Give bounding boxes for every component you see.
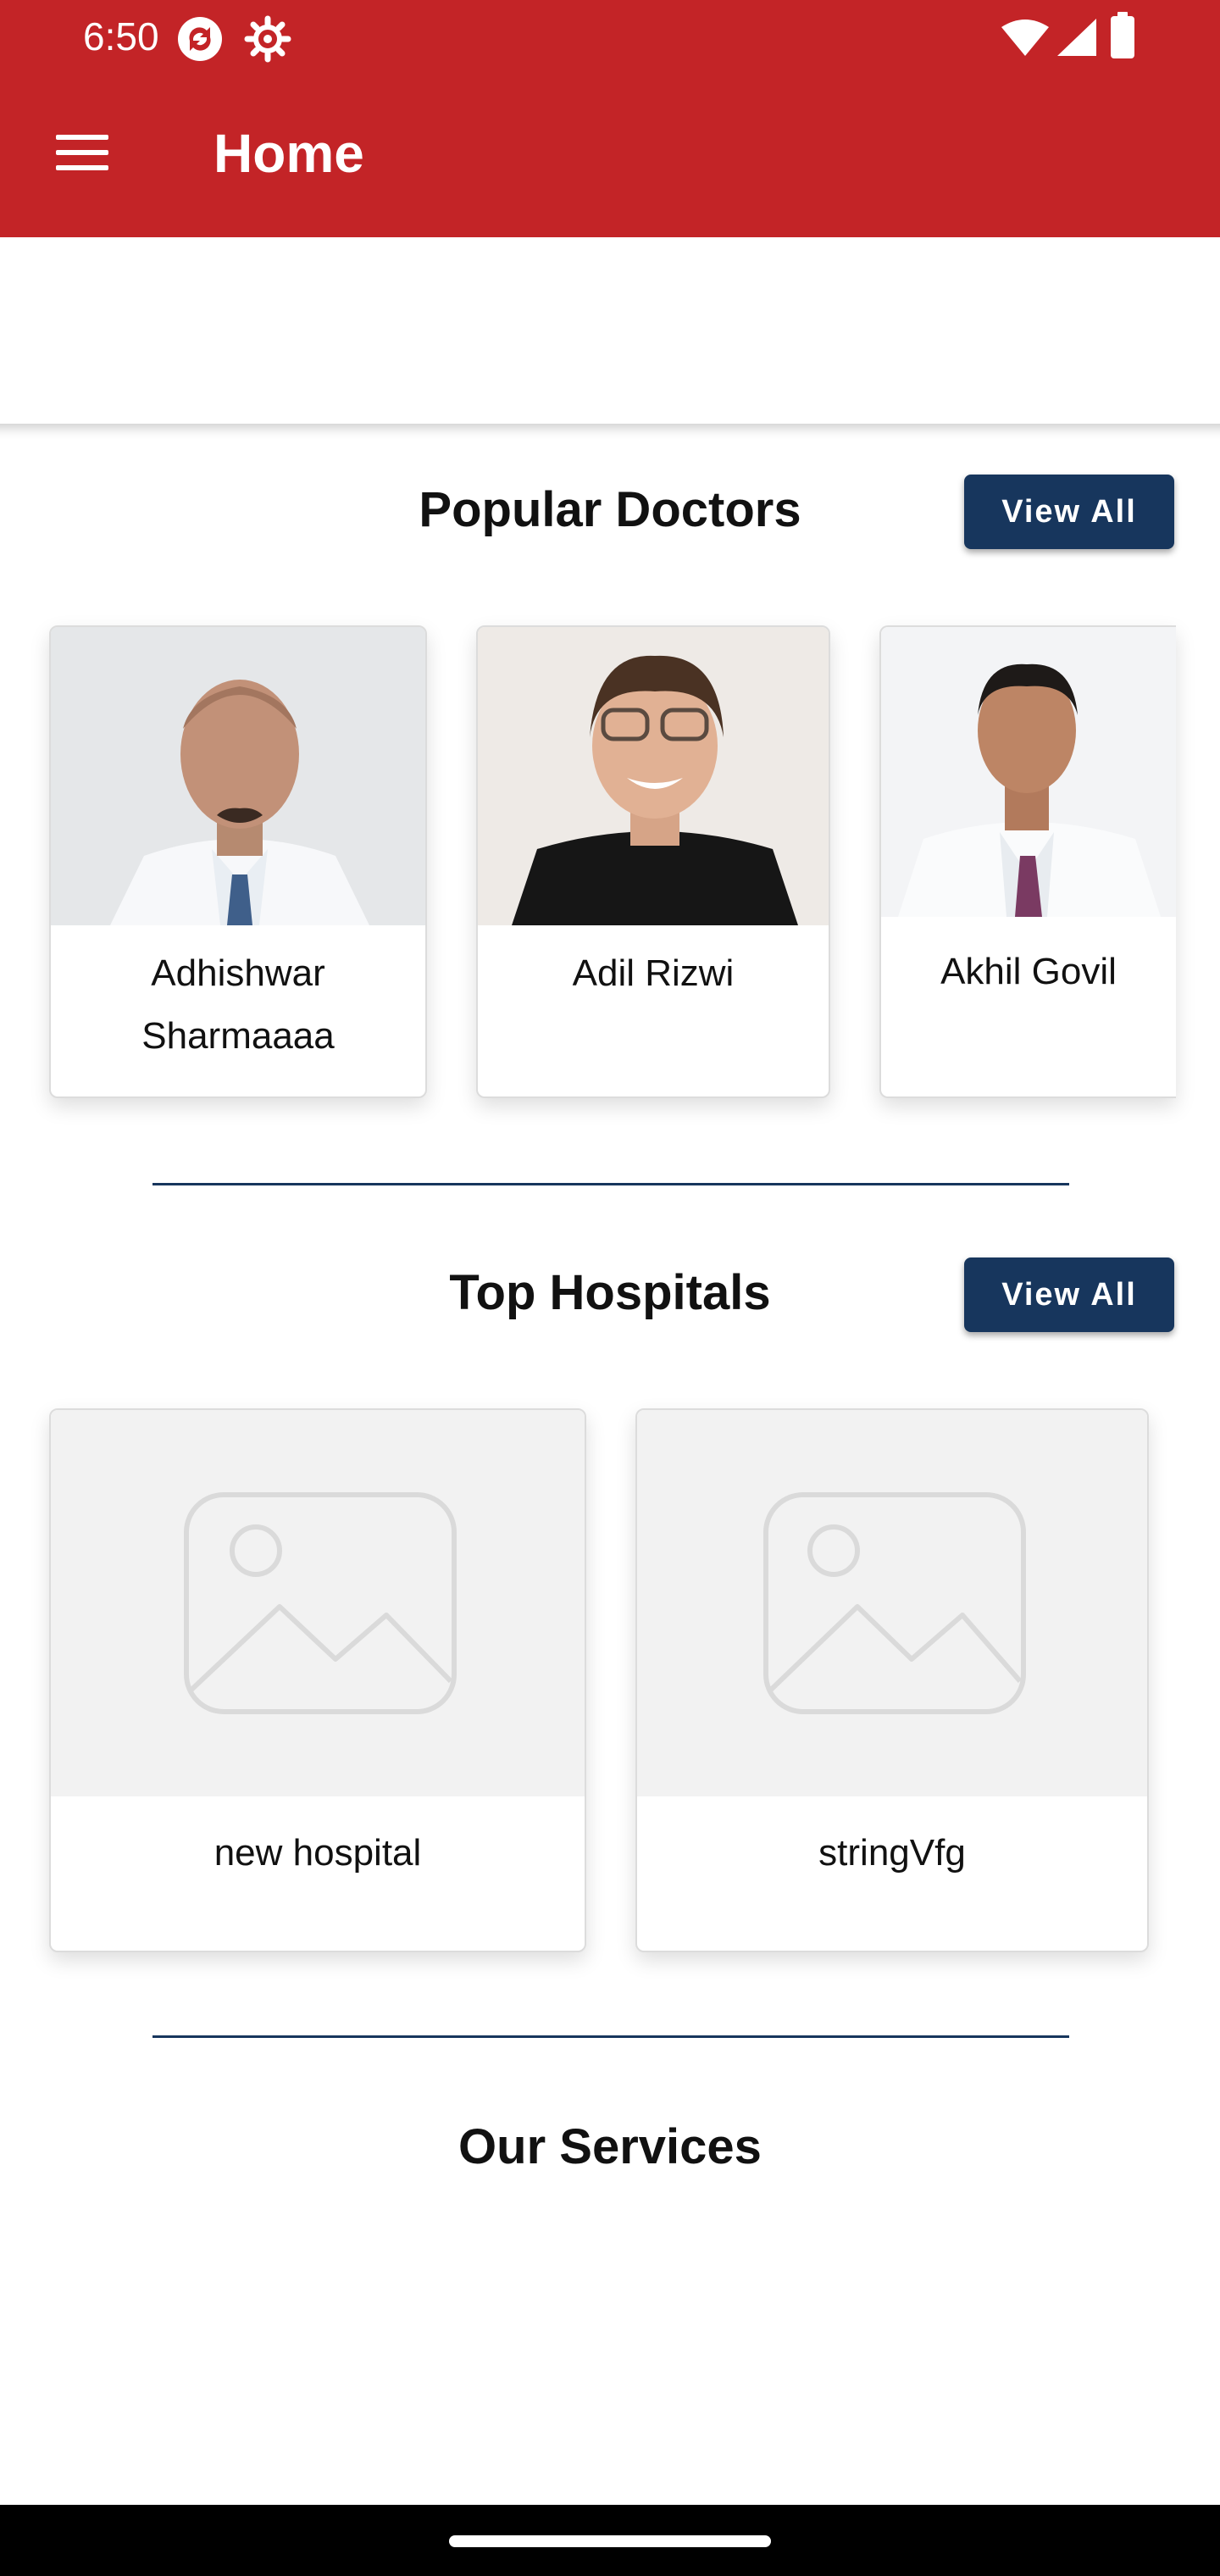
hospitals-view-all-button[interactable]: View All: [964, 1257, 1174, 1332]
page-title: Home: [214, 123, 364, 184]
image-placeholder-icon: [637, 1410, 1147, 1796]
hospital-card[interactable]: stringVfg: [635, 1408, 1149, 1952]
hospital-name: stringVfg: [818, 1832, 966, 1874]
doctors-view-all-button[interactable]: View All: [964, 475, 1174, 549]
doctor-name: Adhishwar Sharmaaaa: [141, 952, 335, 1057]
banner-area: [0, 237, 1220, 425]
doctor-photo: [881, 627, 1176, 917]
section-divider: [152, 1183, 1069, 1185]
status-time: 6:50: [83, 14, 159, 58]
signal-icon: [1057, 19, 1096, 56]
system-navigation-bar: [0, 2505, 1220, 2576]
sync-notification-icon: [178, 17, 222, 61]
doctor-name: Adil Rizwi: [572, 952, 735, 994]
battery-icon: [1111, 12, 1134, 58]
our-services-title: Our Services: [458, 2119, 762, 2174]
doctor-card[interactable]: Akhil Govil: [879, 625, 1176, 1098]
wifi-icon: [1001, 19, 1049, 56]
hamburger-menu-icon[interactable]: [44, 119, 120, 186]
hospital-name: new hospital: [214, 1832, 422, 1874]
doctor-card[interactable]: Adil Rizwi: [476, 625, 830, 1098]
doctor-photo: [478, 627, 829, 925]
home-gesture-handle[interactable]: [449, 2535, 771, 2547]
section-divider: [152, 2035, 1069, 2038]
image-placeholder-icon: [51, 1410, 585, 1796]
status-bar: 6:50: [0, 0, 1220, 75]
banner-divider: [0, 424, 1220, 439]
doctor-card[interactable]: Adhishwar Sharmaaaa: [49, 625, 427, 1098]
settings-notification-icon: [244, 15, 291, 63]
doctor-name: Akhil Govil: [940, 951, 1117, 992]
hospital-card[interactable]: new hospital: [49, 1408, 586, 1952]
doctor-photo: [51, 627, 425, 925]
app-bar: 6:50 Home: [0, 0, 1220, 237]
